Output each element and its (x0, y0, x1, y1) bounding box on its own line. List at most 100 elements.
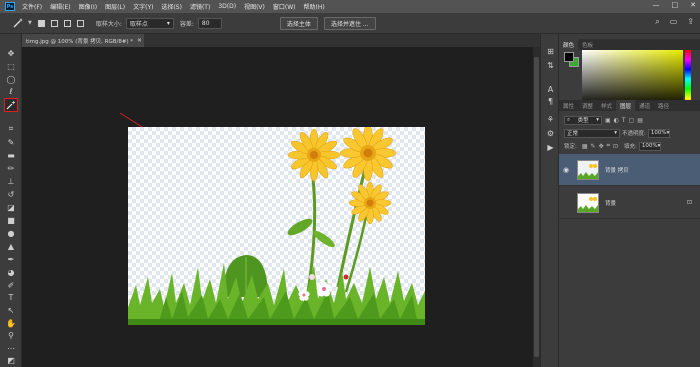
tab-layers[interactable]: 图层 (616, 100, 636, 111)
maximize-icon[interactable]: □ (672, 1, 679, 9)
lasso-tool-icon[interactable]: ◯ (4, 74, 18, 84)
menu-help[interactable]: 帮助(H) (304, 2, 325, 11)
magic-wand-tool-icon[interactable] (4, 98, 18, 112)
scrollbar-thumb[interactable] (534, 57, 539, 357)
share-icon[interactable]: ⇪ (687, 17, 694, 27)
search-icon: ⌕ (567, 116, 571, 123)
type-tool-icon[interactable]: ◕ (4, 267, 18, 277)
lock-all-icon[interactable]: ⊡ (613, 143, 618, 150)
intersect-selection-icon[interactable] (76, 19, 84, 27)
tab-color[interactable]: 颜色 (559, 39, 579, 50)
tab-properties[interactable]: 属性 (559, 100, 578, 111)
filter-pixel-icon[interactable]: ▣ (605, 117, 611, 124)
fill-input[interactable]: 100% ▾ (638, 141, 661, 151)
eraser-tool-icon[interactable]: ◪ (4, 202, 18, 212)
search-icon[interactable]: ⌕ (655, 17, 659, 27)
chevron-down-icon[interactable]: ▼ (28, 20, 32, 26)
text-tool-icon[interactable]: T (4, 292, 18, 302)
filter-adjust-icon[interactable]: ◐ (614, 117, 619, 124)
sample-size-select[interactable]: 取样点 ▾ (125, 17, 174, 29)
menu-edit[interactable]: 编辑(E) (50, 2, 70, 11)
lock-image-icon[interactable]: ✎ (591, 143, 596, 150)
history-icon[interactable]: ⊞ (545, 46, 556, 56)
minimize-icon[interactable]: — (653, 1, 660, 9)
tolerance-label: 容差: (179, 20, 194, 28)
move-tool-icon[interactable]: ✥ (4, 48, 18, 58)
tab-paths[interactable]: 路径 (654, 100, 673, 111)
layer-row[interactable]: ◉ 背景 拷贝 (559, 154, 700, 186)
hand-tool-icon[interactable]: ✋ (4, 318, 18, 328)
lock-transparent-icon[interactable]: ▦ (582, 143, 588, 150)
crop-tool-icon[interactable]: ⌗ (4, 124, 18, 134)
tab-adjustments[interactable]: 调整 (578, 100, 597, 111)
eyedropper-tool-icon[interactable]: ✎ (4, 137, 18, 147)
blend-row: 正常 ▾ 不透明度: 100% ▾ (559, 127, 700, 139)
tab-channels[interactable]: 通道 (635, 100, 654, 111)
chevron-down-icon: ▾ (596, 117, 599, 123)
menu-layer[interactable]: 图层(L) (105, 2, 125, 11)
vertical-scrollbar[interactable] (533, 47, 540, 367)
lock-artboard-icon[interactable]: ⌗ (607, 142, 610, 150)
new-selection-icon[interactable] (37, 19, 45, 27)
close-tab-icon[interactable]: ✕ (137, 38, 142, 44)
tab-styles[interactable]: 样式 (597, 100, 616, 111)
opacity-label: 不透明度: (622, 131, 646, 137)
select-and-mask-button[interactable]: 选择并遮住 ... (323, 16, 376, 30)
menu-file[interactable]: 文件(F) (22, 2, 42, 11)
path-select-tool-icon[interactable]: ✐ (4, 280, 18, 290)
quick-select-tool-icon[interactable]: ℓ (4, 86, 18, 96)
menu-filter[interactable]: 滤镜(T) (190, 2, 210, 11)
subtract-selection-icon[interactable] (63, 19, 71, 27)
foreground-background-icon[interactable]: ◩ (4, 355, 18, 365)
actions-icon[interactable]: ▶ (545, 142, 556, 152)
healing-brush-tool-icon[interactable]: ▬ (4, 150, 18, 160)
tolerance-input[interactable]: 80 (197, 17, 222, 29)
zoom-tool-icon[interactable]: ⚲ (4, 330, 18, 340)
pen-tool-icon[interactable]: ✒ (4, 254, 18, 264)
menu-image[interactable]: 图像(I) (79, 2, 97, 11)
chevron-down-icon: ▾ (166, 19, 170, 27)
layer-filter-select[interactable]: ⌕ 类型 ▾ (564, 115, 602, 125)
color-swatches[interactable] (564, 52, 580, 68)
workspace-icon[interactable]: ▭ (670, 17, 678, 27)
gradient-tool-icon[interactable]: ■ (4, 215, 18, 225)
select-subject-button[interactable]: 选择主体 (279, 16, 318, 30)
lock-position-icon[interactable]: ✥ (599, 143, 604, 150)
blur-tool-icon[interactable]: ● (4, 228, 18, 238)
add-selection-icon[interactable] (50, 19, 58, 27)
properties-icon[interactable]: ⇅ (545, 60, 556, 70)
character-icon[interactable]: A (545, 84, 556, 94)
history-brush-tool-icon[interactable]: ↺ (4, 189, 18, 199)
direct-select-tool-icon[interactable]: ↖ (4, 305, 18, 315)
marquee-tool-icon[interactable]: ⬚ (4, 61, 18, 71)
layer-name: 背景 拷贝 (605, 167, 629, 174)
filter-smart-icon[interactable]: ▤ (637, 117, 643, 124)
menu-3d[interactable]: 3D(D) (218, 3, 236, 10)
brush-settings-icon[interactable]: ⚘ (545, 114, 556, 124)
close-icon[interactable]: ✕ (690, 1, 696, 9)
chevron-down-icon: ▾ (657, 143, 661, 149)
canvas-area[interactable] (22, 47, 533, 367)
brush-tool-icon[interactable]: ✏ (4, 163, 18, 173)
menu-window[interactable]: 窗口(W) (273, 2, 296, 11)
clone-source-icon[interactable]: ⚙ (545, 128, 556, 138)
paragraph-icon[interactable]: ¶ (545, 96, 556, 106)
menu-type[interactable]: 文字(Y) (133, 2, 153, 11)
opacity-input[interactable]: 100% ▾ (647, 128, 670, 138)
document-canvas[interactable] (128, 127, 425, 325)
menu-view[interactable]: 视图(V) (244, 2, 265, 11)
clone-stamp-tool-icon[interactable]: ⊥ (4, 176, 18, 186)
color-panel-tabs: 颜色 色板 (559, 39, 700, 50)
menu-select[interactable]: 选择(S) (161, 2, 182, 11)
eye-icon[interactable]: ◉ (559, 166, 573, 174)
blend-mode-select[interactable]: 正常 ▾ (564, 128, 620, 138)
filter-shape-icon[interactable]: ▢ (629, 117, 635, 124)
tab-swatches[interactable]: 色板 (578, 39, 597, 50)
layer-row[interactable]: 背景 ⊡ (559, 187, 700, 219)
magic-wand-icon[interactable] (8, 16, 28, 30)
edit-toolbar-icon[interactable]: ⋯ (4, 343, 18, 353)
dodge-tool-icon[interactable]: ▲ (4, 241, 18, 251)
filter-type-icon[interactable]: T (622, 117, 626, 124)
document-tab[interactable]: timg.jpg @ 100% (背景 拷贝, RGB/8#) * ✕ (22, 34, 144, 47)
foreground-color[interactable] (564, 52, 574, 62)
